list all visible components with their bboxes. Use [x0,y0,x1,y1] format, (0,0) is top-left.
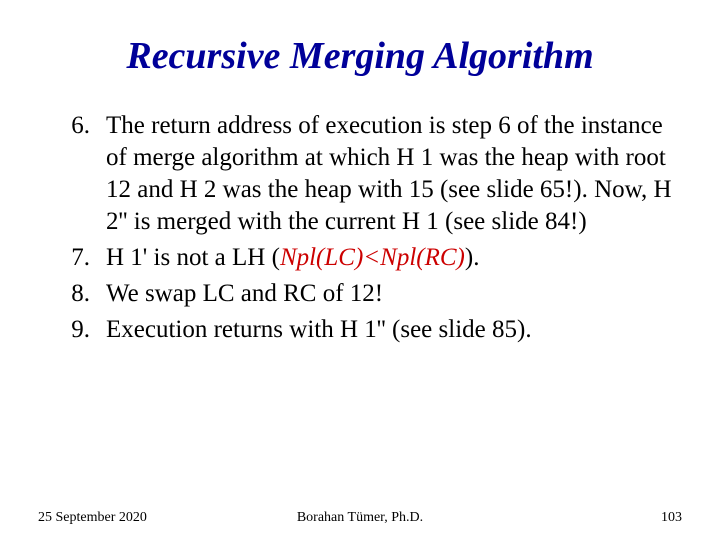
footer: 25 September 2020 Borahan Tümer, Ph.D. 1… [0,510,720,526]
list-item: 6. The return address of execution is st… [44,110,676,238]
ordered-list: 6. The return address of execution is st… [44,110,676,346]
item-number: 7. [44,242,106,274]
slide-title: Recursive Merging Algorithm [44,34,676,78]
footer-date: 25 September 2020 [38,510,253,526]
footer-author: Borahan Tümer, Ph.D. [253,510,468,526]
list-item: 8. We swap LC and RC of 12! [44,278,676,310]
item-number: 9. [44,314,106,346]
footer-page: 103 [467,510,682,526]
item-text: H 1' is not a LH (Npl(LC)<Npl(RC)). [106,242,676,274]
formula: Npl(LC)<Npl(RC) [280,244,465,271]
list-item: 7. H 1' is not a LH (Npl(LC)<Npl(RC)). [44,242,676,274]
item-text: We swap LC and RC of 12! [106,278,676,310]
item-text: The return address of execution is step … [106,110,676,238]
item-number: 6. [44,110,106,238]
list-item: 9. Execution returns with H 1'' (see sli… [44,314,676,346]
item-text: Execution returns with H 1'' (see slide … [106,314,676,346]
slide: Recursive Merging Algorithm 6. The retur… [0,0,720,540]
item-number: 8. [44,278,106,310]
